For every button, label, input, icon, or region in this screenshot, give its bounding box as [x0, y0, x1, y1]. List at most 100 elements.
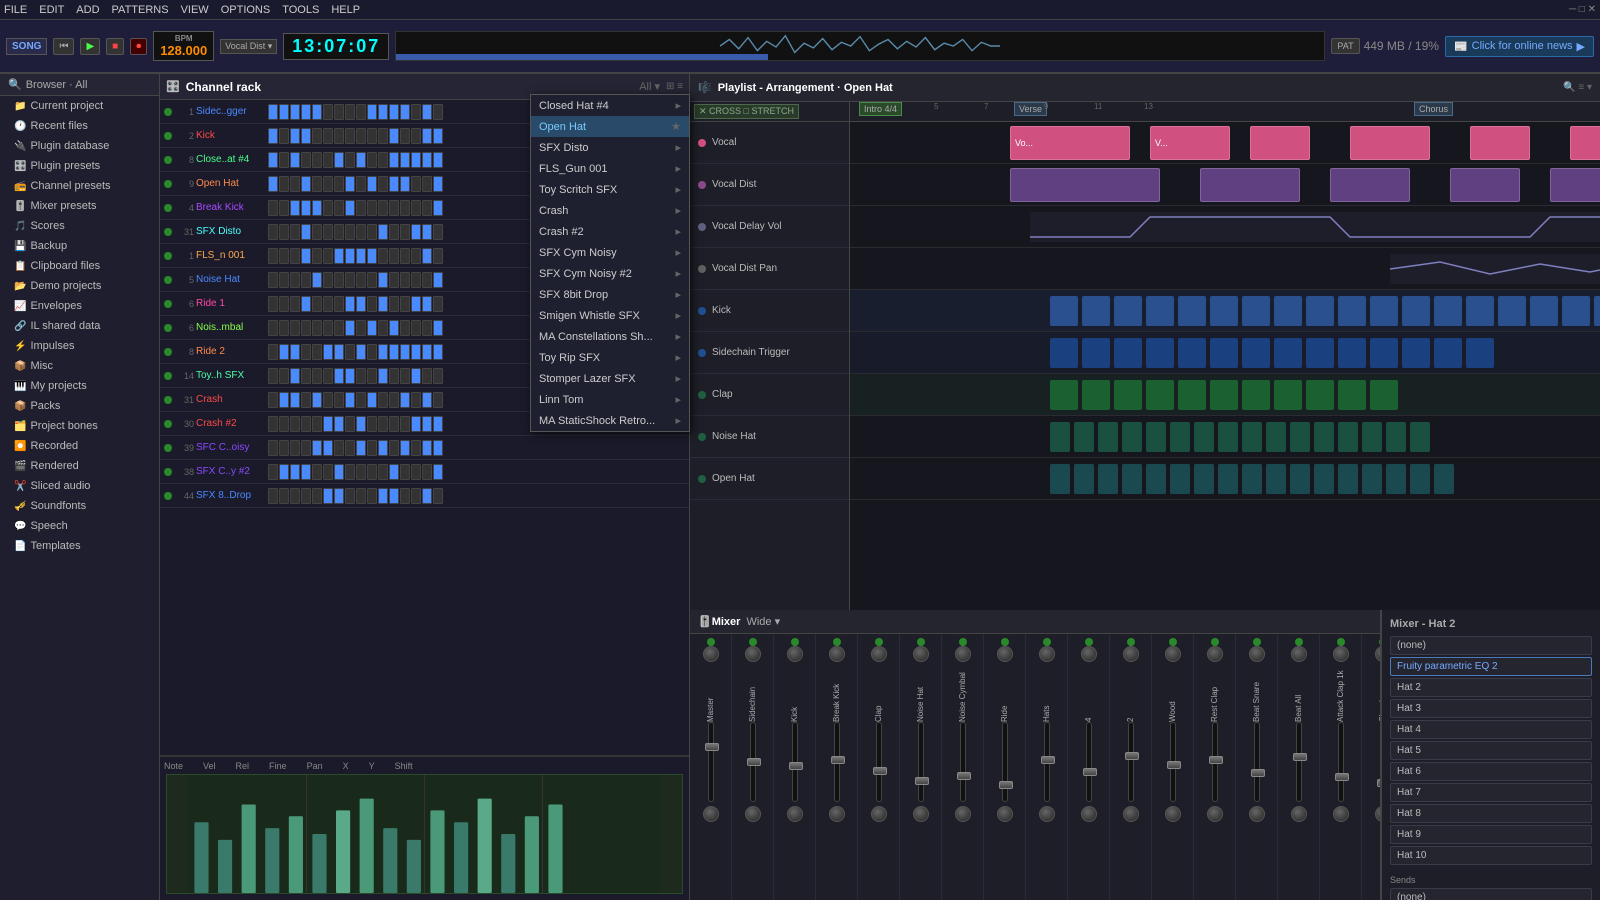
pan-knob[interactable] — [955, 806, 971, 822]
pad[interactable] — [323, 440, 333, 456]
open-hat-patterns[interactable] — [1010, 462, 1600, 496]
pad[interactable] — [290, 128, 300, 144]
play-button[interactable]: ▶ — [80, 38, 100, 55]
pan-knob[interactable] — [787, 806, 803, 822]
pan-knob[interactable] — [1165, 806, 1181, 822]
pad[interactable] — [312, 416, 322, 432]
pad[interactable] — [367, 128, 377, 144]
track-label-vocal-dist[interactable]: Vocal Dist — [690, 164, 849, 206]
pad[interactable] — [356, 128, 366, 144]
eq-knob[interactable] — [997, 646, 1013, 662]
fx-slot[interactable]: Hat 4 — [1390, 720, 1592, 739]
pad[interactable] — [389, 272, 399, 288]
pan-knob[interactable] — [913, 806, 929, 822]
pad[interactable] — [433, 224, 443, 240]
mixer-track-rest-clap[interactable]: Rest Clap — [1194, 634, 1236, 900]
track-label-vocal-dist-pan[interactable]: Vocal Dist Pan — [690, 248, 849, 290]
pad[interactable] — [323, 128, 333, 144]
pad[interactable] — [433, 344, 443, 360]
fader-track[interactable] — [1128, 722, 1134, 802]
pad[interactable] — [378, 368, 388, 384]
pad[interactable] — [301, 488, 311, 504]
pad[interactable] — [367, 320, 377, 336]
fader-track[interactable] — [1212, 722, 1218, 802]
pad[interactable] — [378, 248, 388, 264]
pad[interactable] — [422, 416, 432, 432]
pad[interactable] — [411, 296, 421, 312]
vocal-dist-clip-5[interactable] — [1550, 168, 1600, 202]
fader-track[interactable] — [1044, 722, 1050, 802]
pad[interactable] — [411, 248, 421, 264]
pad[interactable] — [323, 152, 333, 168]
pad[interactable] — [334, 392, 344, 408]
vocal-clip-6[interactable] — [1570, 126, 1600, 160]
sidebar-item-sliced-audio[interactable]: ✂️Sliced audio — [0, 476, 159, 496]
pad[interactable] — [290, 464, 300, 480]
mixer-track-attack-clap-1k[interactable]: Attack Clap 1k — [1320, 634, 1362, 900]
pad[interactable] — [268, 128, 278, 144]
pan-knob[interactable] — [1291, 806, 1307, 822]
pad[interactable] — [312, 200, 322, 216]
pan-knob[interactable] — [1249, 806, 1265, 822]
pad[interactable] — [389, 200, 399, 216]
pad[interactable] — [422, 128, 432, 144]
pad[interactable] — [378, 488, 388, 504]
pad[interactable] — [400, 392, 410, 408]
pad[interactable] — [400, 344, 410, 360]
pad[interactable] — [367, 392, 377, 408]
pan-knob[interactable] — [997, 806, 1013, 822]
pad[interactable] — [323, 392, 333, 408]
pad[interactable] — [400, 248, 410, 264]
pad[interactable] — [279, 248, 289, 264]
bpm-display[interactable]: BPM 128.000 — [153, 31, 214, 61]
instrument-item[interactable]: Linn Tom▸ — [531, 389, 689, 410]
pad[interactable] — [389, 416, 399, 432]
pad[interactable] — [411, 272, 421, 288]
pad[interactable] — [378, 344, 388, 360]
pad[interactable] — [433, 176, 443, 192]
instrument-item[interactable]: FLS_Gun 001▸ — [531, 158, 689, 179]
pad[interactable] — [290, 296, 300, 312]
pad[interactable] — [356, 440, 366, 456]
pad[interactable] — [433, 368, 443, 384]
mixer-track-noise-cymbal[interactable]: Noise Cymbal — [942, 634, 984, 900]
sidebar-item-scores[interactable]: 🎵Scores — [0, 216, 159, 236]
instrument-item[interactable]: Crash▸ — [531, 200, 689, 221]
pad[interactable] — [290, 488, 300, 504]
pad[interactable] — [301, 440, 311, 456]
sidebar-item-plugin-presets[interactable]: 🎛️Plugin presets — [0, 156, 159, 176]
pad[interactable] — [301, 224, 311, 240]
pad[interactable] — [411, 320, 421, 336]
fx-slot[interactable]: Hat 8 — [1390, 804, 1592, 823]
pad[interactable] — [378, 176, 388, 192]
fader-knob[interactable] — [747, 758, 761, 766]
pad[interactable] — [312, 344, 322, 360]
fader-track[interactable] — [1170, 722, 1176, 802]
pad[interactable] — [378, 320, 388, 336]
stop-button[interactable]: ■ — [106, 38, 124, 55]
instrument-item[interactable]: SFX Cym Noisy▸ — [531, 242, 689, 263]
pad[interactable] — [433, 464, 443, 480]
track-label-sidechain-trigger[interactable]: Sidechain Trigger — [690, 332, 849, 374]
pad[interactable] — [367, 488, 377, 504]
pad[interactable] — [378, 200, 388, 216]
pad[interactable] — [433, 128, 443, 144]
pad[interactable] — [400, 176, 410, 192]
pad[interactable] — [312, 176, 322, 192]
fader-knob[interactable] — [1125, 752, 1139, 760]
pad[interactable] — [400, 368, 410, 384]
pad[interactable] — [279, 416, 289, 432]
pad[interactable] — [334, 128, 344, 144]
pad[interactable] — [433, 248, 443, 264]
pad[interactable] — [268, 176, 278, 192]
pad[interactable] — [345, 320, 355, 336]
fader-knob[interactable] — [1083, 768, 1097, 776]
fx-slot[interactable]: (none) — [1390, 636, 1592, 655]
vocal-clip-4[interactable] — [1350, 126, 1430, 160]
channel-row[interactable]: 39 SFC C..oisy — [160, 436, 689, 460]
pad[interactable] — [279, 392, 289, 408]
eq-knob[interactable] — [913, 646, 929, 662]
eq-knob[interactable] — [955, 646, 971, 662]
noise-hat-patterns[interactable] — [1010, 420, 1600, 454]
pad[interactable] — [356, 344, 366, 360]
